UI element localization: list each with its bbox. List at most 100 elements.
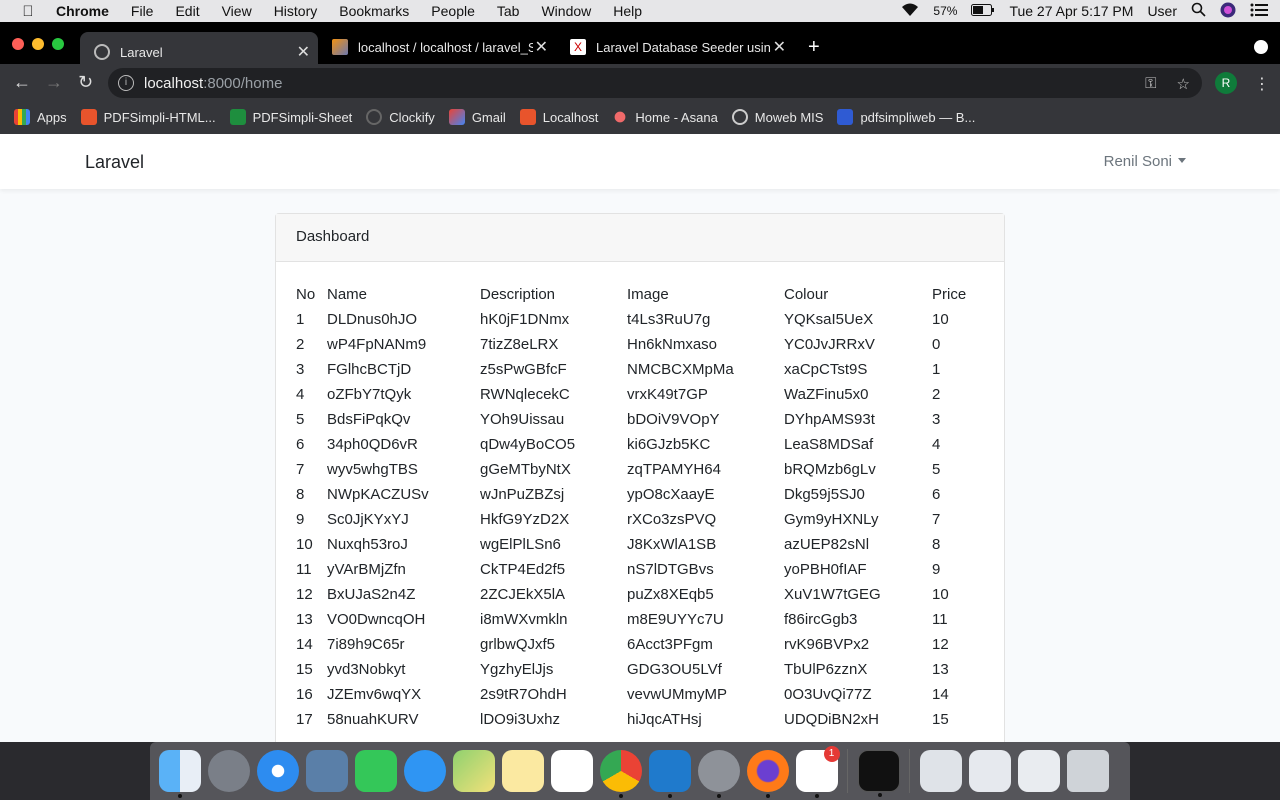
menubar-datetime[interactable]: Tue 27 Apr 5:17 PM	[1009, 3, 1133, 19]
cell-image: ki6GJzb5KC	[627, 436, 711, 453]
bookmark-moweb-mis[interactable]: Moweb MIS	[731, 109, 823, 125]
key-icon[interactable]: ⚿	[1145, 75, 1156, 93]
close-tab-icon[interactable]: ✕	[773, 37, 786, 57]
cell-description: wJnPuZBZsj	[480, 486, 565, 503]
navbar-brand[interactable]: Laravel	[85, 152, 144, 173]
back-arrow-icon[interactable]: ←	[13, 72, 31, 93]
cell-price: 14	[932, 686, 949, 703]
launchpad-icon[interactable]	[207, 750, 250, 792]
siri-icon[interactable]	[1220, 2, 1236, 21]
site-info-icon[interactable]: i	[118, 75, 134, 91]
table-row: 1 DLDnus0hJO hK0jF1DNmx t4Ls3RuU7g YQKsaI5Ue…	[296, 307, 982, 332]
menu-edit[interactable]: Edit	[175, 3, 210, 19]
bookmark-clockify[interactable]: Clockify	[366, 109, 435, 125]
maps-icon[interactable]	[452, 750, 495, 792]
pdfsimpli-icon	[80, 109, 97, 125]
close-window-button[interactable]	[12, 38, 24, 50]
menu-bookmarks[interactable]: Bookmarks	[339, 3, 420, 19]
user-dropdown[interactable]: Renil Soni	[1104, 153, 1186, 170]
terminal-icon[interactable]	[857, 750, 900, 797]
tab-seeder-article[interactable]: X Laravel Database Seeder using ✕	[556, 32, 794, 62]
recent-document-icon[interactable]	[968, 750, 1011, 792]
reload-icon[interactable]: ↻	[78, 72, 93, 93]
messages-icon[interactable]	[403, 750, 446, 792]
bookmark-pdfsimpli-html[interactable]: PDFSimpli-HTML...	[80, 109, 216, 125]
cell-no: 15	[296, 661, 313, 678]
finder-icon[interactable]	[158, 750, 201, 798]
preview-icon[interactable]	[305, 750, 348, 792]
chrome-icon[interactable]	[599, 750, 642, 798]
wifi-icon[interactable]	[901, 3, 919, 20]
facetime-icon[interactable]	[354, 750, 397, 792]
bookmark-gmail[interactable]: Gmail	[448, 109, 506, 125]
recent-document-icon[interactable]	[919, 750, 962, 792]
close-tab-icon[interactable]: ✕	[297, 42, 310, 62]
firefox-icon[interactable]	[746, 750, 789, 798]
menu-history[interactable]: History	[274, 3, 329, 19]
spotlight-search-icon[interactable]	[1191, 2, 1206, 20]
bookmark-star-icon[interactable]: ☆	[1177, 75, 1190, 93]
tab-phpmyadmin[interactable]: localhost / localhost / laravel_S ✕	[318, 32, 556, 62]
notification-center-icon[interactable]	[1250, 3, 1268, 20]
asana-icon	[612, 109, 629, 125]
table-row: 13 VO0DwncqOH i8mWXvmkln m8E9UYYc7U f86ircGg…	[296, 607, 982, 632]
system-preferences-icon[interactable]	[697, 750, 740, 798]
cell-price: 5	[932, 461, 941, 478]
profile-avatar[interactable]: R	[1215, 72, 1237, 94]
notes-icon[interactable]	[501, 750, 544, 792]
products-table: No Name Description Image Colour Price 1…	[296, 282, 982, 732]
table-row: 3 FGlhcBCTjD z5sPwGBfcF NMCBCXMpMa xaCpCTst9…	[296, 357, 982, 382]
bookmark-pdfsimpliweb[interactable]: pdfsimpliweb — B...	[837, 109, 975, 125]
menu-app-name[interactable]: Chrome	[56, 3, 120, 19]
table-row: 4 oZFbY7tQyk RWNqlecekC vrxK49t7GP WaZFinu5x…	[296, 382, 982, 407]
bookmark-label: Home - Asana	[635, 109, 718, 125]
cell-name: wyv5whgTBS	[327, 461, 418, 478]
cell-name: yVArBMjZfn	[327, 561, 406, 578]
menu-view[interactable]: View	[222, 3, 263, 19]
apple-menu-icon[interactable]: 	[0, 3, 56, 20]
cell-colour: LeaS8MDSaf	[784, 436, 874, 453]
new-tab-button[interactable]: +	[808, 36, 820, 59]
calendar-icon[interactable]	[550, 750, 593, 792]
browser-toolbar: ← → ↻ i localhost :8000/home ⚿ ☆	[0, 64, 1280, 100]
cell-image: J8KxWlA1SB	[627, 536, 717, 553]
dashboard-card: Dashboard No Name Description Image Colo…	[275, 213, 1005, 742]
cell-image: t4Ls3RuU7g	[627, 311, 711, 328]
minimize-window-button[interactable]	[32, 38, 44, 50]
cell-no: 1	[296, 311, 305, 328]
close-tab-icon[interactable]: ✕	[535, 37, 548, 57]
tab-search-icon[interactable]	[1254, 40, 1268, 54]
cell-colour: azUEP82sNl	[784, 536, 870, 553]
menu-help[interactable]: Help	[613, 3, 653, 19]
menu-people[interactable]: People	[431, 3, 486, 19]
forward-arrow-icon[interactable]: →	[45, 72, 63, 93]
slack-icon[interactable]: 1	[795, 746, 840, 798]
zoom-window-button[interactable]	[52, 38, 64, 50]
menu-file[interactable]: File	[131, 3, 165, 19]
cell-description: i8mWXvmkln	[480, 611, 568, 628]
cell-image: rXCo3zsPVQ	[627, 511, 717, 528]
safari-icon[interactable]	[256, 750, 299, 792]
cell-description: gGeMTbyNtX	[480, 461, 571, 478]
recent-document-icon[interactable]	[1017, 750, 1060, 792]
cell-colour: WaZFinu5x0	[784, 386, 869, 403]
cell-price: 15	[932, 711, 949, 728]
chrome-menu-icon[interactable]: ⋮	[1254, 74, 1270, 94]
x-logo-icon: X	[570, 39, 586, 55]
bookmark-apps[interactable]: Apps	[14, 109, 67, 125]
vscode-icon[interactable]	[648, 750, 691, 798]
menu-tab[interactable]: Tab	[497, 3, 531, 19]
menubar-user[interactable]: User	[1147, 3, 1177, 19]
cell-price: 3	[932, 411, 941, 428]
cell-price: 1	[932, 361, 941, 378]
cell-description: hK0jF1DNmx	[480, 311, 570, 328]
bookmark-localhost[interactable]: Localhost	[519, 109, 598, 125]
battery-icon[interactable]	[971, 3, 995, 19]
address-bar[interactable]: i localhost :8000/home ⚿ ☆	[108, 68, 1202, 98]
bookmark-asana[interactable]: Home - Asana	[612, 109, 718, 125]
bookmark-pdfsimpli-sheet[interactable]: PDFSimpli-Sheet	[229, 109, 352, 125]
menu-window[interactable]: Window	[541, 3, 602, 19]
dock-separator	[847, 749, 848, 793]
trash-icon[interactable]	[1066, 750, 1109, 792]
table-row: 9 Sc0JjKYxYJ HkfG9YzD2X rXCo3zsPVQ Gym9yHXNL…	[296, 507, 982, 532]
